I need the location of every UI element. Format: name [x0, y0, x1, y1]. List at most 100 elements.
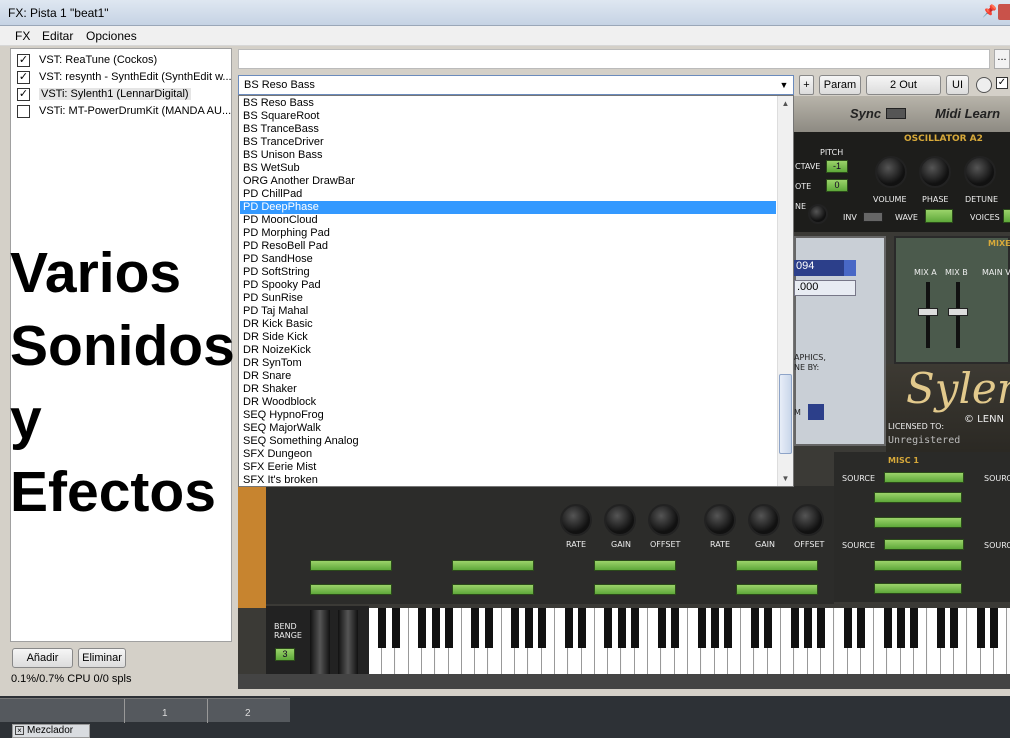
black-key[interactable] [910, 608, 919, 648]
pin-icon[interactable]: 📌 [982, 4, 997, 20]
preset-list-item[interactable]: SFX It's broken [240, 474, 776, 486]
black-key[interactable] [471, 608, 480, 648]
plugin-enable-checkbox[interactable]: ✓ [17, 71, 30, 84]
preset-list-item[interactable]: PD SandHose [240, 253, 776, 266]
preset-list-item[interactable]: PD Taj Mahal [240, 305, 776, 318]
output-button[interactable]: 2 Out [866, 75, 941, 95]
black-key[interactable] [724, 608, 733, 648]
dropdown-scrollbar[interactable]: ▲ ▼ [777, 96, 793, 486]
preset-list-item[interactable]: BS SquareRoot [240, 110, 776, 123]
scroll-up-icon[interactable]: ▲ [778, 96, 793, 111]
misc-meter-2[interactable] [874, 492, 962, 503]
bend-range-value[interactable]: 3 [275, 648, 295, 661]
preset-list-item[interactable]: PD Morphing Pad [240, 227, 776, 240]
mix-a-fader-handle[interactable] [918, 308, 938, 316]
black-key[interactable] [990, 608, 999, 648]
black-key[interactable] [657, 608, 666, 648]
black-key[interactable] [817, 608, 826, 648]
gain-knob-2[interactable] [748, 504, 780, 536]
plugin-enable-checkbox[interactable] [17, 105, 30, 118]
preset-list-item[interactable]: SEQ MajorWalk [240, 422, 776, 435]
close-icon[interactable] [998, 4, 1010, 20]
misc-meter-5[interactable] [874, 560, 962, 571]
preset-list-item[interactable]: SEQ HypnoFrog [240, 409, 776, 422]
preset-list-item[interactable]: BS TranceBass [240, 123, 776, 136]
preset-list-item[interactable]: DR SynTom [240, 357, 776, 370]
preset-list-item[interactable]: PD MoonCloud [240, 214, 776, 227]
inv-toggle[interactable] [863, 212, 883, 222]
misc-meter-4[interactable] [884, 539, 964, 550]
black-key[interactable] [950, 608, 959, 648]
black-key[interactable] [803, 608, 812, 648]
black-key[interactable] [750, 608, 759, 648]
preset-list-item[interactable]: DR Side Kick [240, 331, 776, 344]
black-key[interactable] [604, 608, 613, 648]
black-key[interactable] [511, 608, 520, 648]
sync-toggle[interactable] [886, 108, 906, 119]
octave-value[interactable]: -1 [826, 160, 848, 173]
add-button[interactable]: Añadir [12, 648, 73, 668]
preset-list-item[interactable]: PD Spooky Pad [240, 279, 776, 292]
phase-knob[interactable] [919, 156, 951, 188]
offset-knob-1[interactable] [648, 504, 680, 536]
display-arrow[interactable] [844, 260, 856, 276]
voices-display[interactable] [1003, 209, 1010, 223]
note-value[interactable]: 0 [826, 179, 848, 192]
preset-list-item[interactable]: SEQ Something Analog [240, 435, 776, 448]
title-bar[interactable]: FX: Pista 1 "beat1" 📌 [0, 0, 1010, 26]
misc-meter-3[interactable] [874, 517, 962, 528]
black-key[interactable] [444, 608, 453, 648]
wave-display[interactable] [925, 209, 953, 223]
mod-meter-6[interactable] [594, 584, 676, 595]
mod-meter-1[interactable] [310, 560, 392, 571]
preset-list-item[interactable]: PD ResoBell Pad [240, 240, 776, 253]
preset-list-item[interactable]: DR Shaker [240, 383, 776, 396]
black-key[interactable] [697, 608, 706, 648]
black-key[interactable] [564, 608, 573, 648]
misc-meter-6[interactable] [874, 583, 962, 594]
misc-meter-1[interactable] [884, 472, 964, 483]
preset-list-item[interactable]: BS Reso Bass [240, 97, 776, 110]
black-key[interactable] [857, 608, 866, 648]
mixer-tab[interactable]: × Mezclador [12, 724, 90, 738]
add-preset-button[interactable]: + [799, 75, 814, 95]
mod-meter-8[interactable] [736, 584, 818, 595]
preset-list-item[interactable]: PD DeepPhase [240, 201, 776, 214]
ui-button[interactable]: UI [946, 75, 969, 95]
pitch-wheel[interactable] [310, 610, 330, 674]
scroll-down-icon[interactable]: ▼ [778, 471, 793, 486]
black-key[interactable] [670, 608, 679, 648]
scroll-thumb[interactable] [779, 374, 792, 454]
remove-button[interactable]: Eliminar [78, 648, 126, 668]
mod-meter-5[interactable] [594, 560, 676, 571]
menu-editar[interactable]: Editar [42, 29, 73, 43]
more-button[interactable]: ... [994, 49, 1010, 69]
mod-meter-4[interactable] [452, 584, 534, 595]
black-key[interactable] [631, 608, 639, 648]
preset-list-item[interactable]: BS Unison Bass [240, 149, 776, 162]
black-key[interactable] [843, 608, 852, 648]
menu-fx[interactable]: FX [15, 29, 30, 43]
detune-knob[interactable] [964, 156, 996, 188]
black-key[interactable] [883, 608, 892, 648]
preset-list-item[interactable]: SFX Dungeon [240, 448, 776, 461]
rate-knob-2[interactable] [704, 504, 736, 536]
preset-list-item[interactable]: BS TranceDriver [240, 136, 776, 149]
black-key[interactable] [897, 608, 905, 648]
black-key[interactable] [378, 608, 387, 648]
volume-knob[interactable] [875, 156, 907, 188]
preset-list-item[interactable]: BS WetSub [240, 162, 776, 175]
mod-meter-2[interactable] [310, 584, 392, 595]
black-key[interactable] [577, 608, 586, 648]
mod-wheel[interactable] [338, 610, 358, 674]
menu-opciones[interactable]: Opciones [86, 29, 137, 43]
black-key[interactable] [524, 608, 533, 648]
black-key[interactable] [391, 608, 400, 648]
preset-list-item[interactable]: DR Kick Basic [240, 318, 776, 331]
plugin-enable-checkbox[interactable]: ✓ [17, 54, 30, 67]
bypass-checkbox[interactable]: ✓ [996, 77, 1008, 89]
mix-b-fader-handle[interactable] [948, 308, 968, 316]
preset-list-item[interactable]: PD SoftString [240, 266, 776, 279]
offset-knob-2[interactable] [792, 504, 824, 536]
black-key[interactable] [617, 608, 626, 648]
